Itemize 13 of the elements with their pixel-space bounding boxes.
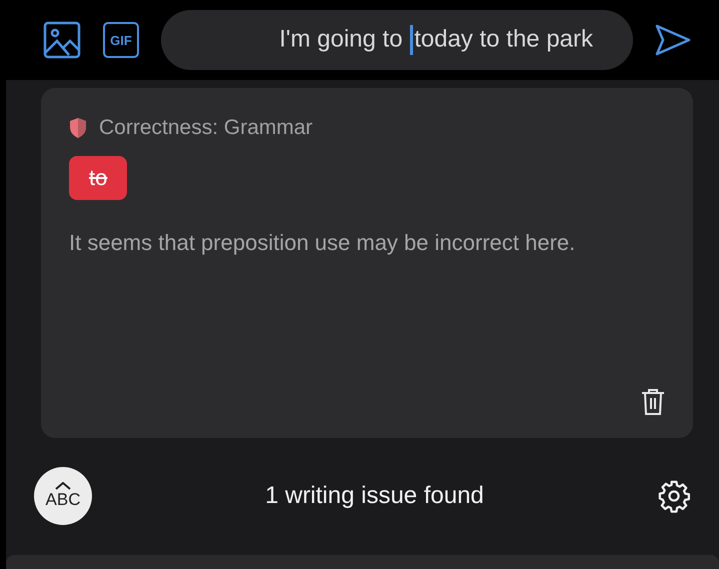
removed-word[interactable]: to bbox=[69, 156, 128, 200]
category-label: Correctness: Grammar bbox=[99, 116, 313, 140]
abc-button[interactable]: ABC bbox=[34, 466, 92, 524]
status-text: 1 writing issue found bbox=[264, 482, 485, 510]
caret-icon bbox=[55, 482, 71, 490]
send-icon[interactable] bbox=[655, 24, 691, 56]
trash-icon[interactable] bbox=[641, 388, 665, 416]
settings-icon[interactable] bbox=[657, 478, 691, 512]
suggestion-message: It seems that preposition use may be incorrect here. bbox=[69, 229, 576, 257]
message-field[interactable]: I'm going to today to the park bbox=[161, 10, 633, 70]
image-icon[interactable] bbox=[43, 21, 81, 59]
shield-icon bbox=[69, 117, 87, 139]
gif-button[interactable]: GIF bbox=[103, 22, 139, 58]
